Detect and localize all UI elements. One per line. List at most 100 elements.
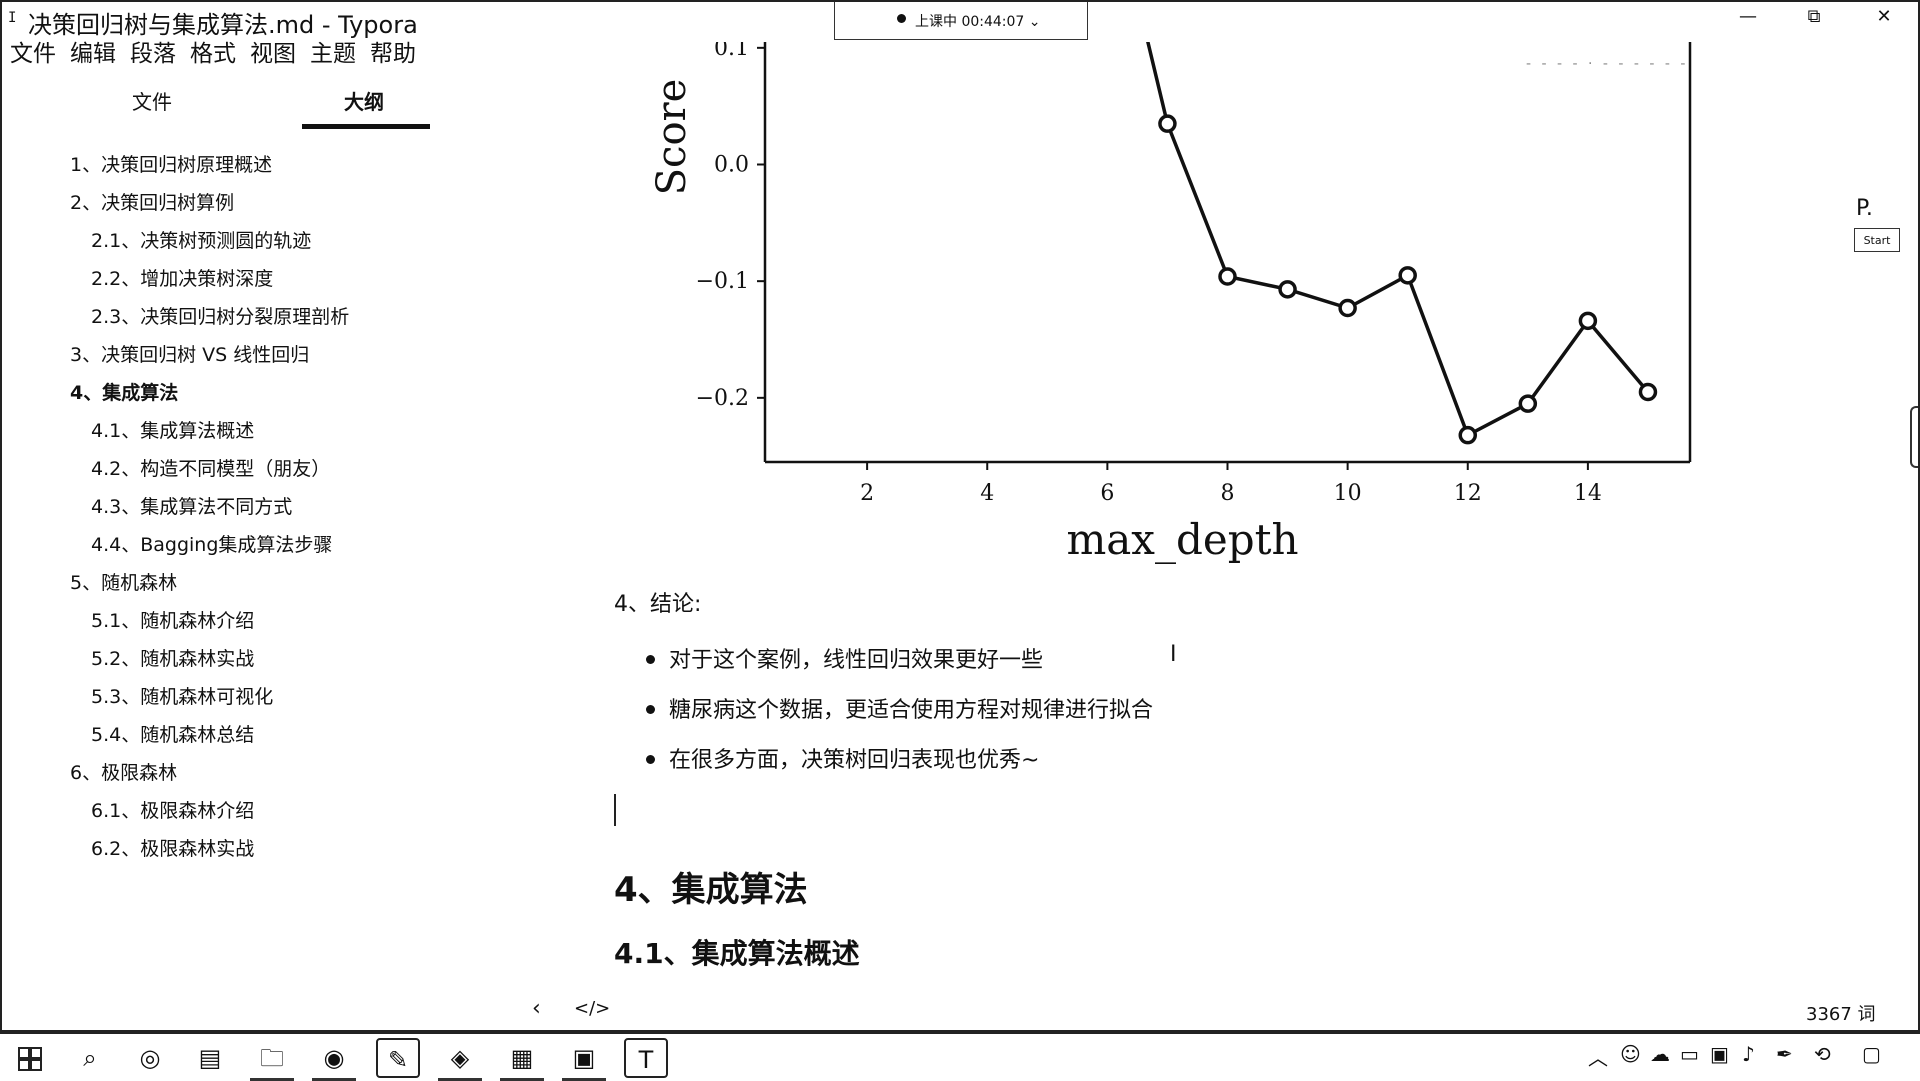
outline-item[interactable]: 6、极限森林: [70, 758, 177, 785]
maximize-button[interactable]: ⧉: [1794, 6, 1834, 27]
text-cursor: [614, 794, 616, 826]
outline-item[interactable]: 5.1、随机森林介绍: [91, 606, 254, 633]
outline-item[interactable]: 6.1、极限森林介绍: [91, 796, 254, 823]
qq-icon[interactable]: ☺: [1620, 1042, 1641, 1066]
outline-item[interactable]: 5.2、随机森林实战: [91, 644, 254, 671]
data-point: [1638, 382, 1658, 402]
menu-theme[interactable]: 主题: [310, 34, 356, 67]
x-tick-label: 14: [1574, 481, 1602, 506]
pen-icon[interactable]: ✒: [1776, 1042, 1793, 1066]
x-tick-label: 2: [860, 481, 874, 506]
taskbar: ⌕ ◎ ▤ 🗀 ◉ ✎ ◈ ▦ ▣ T ︿ ☺ ☁ ▭ ▣ ♪ ✒ ⟲ ▢: [0, 1032, 1920, 1081]
outline-item[interactable]: 4.4、Bagging集成算法步骤: [91, 530, 332, 557]
windows-start-icon[interactable]: [8, 1038, 52, 1078]
bullet-icon: [646, 754, 655, 764]
data-point: [1518, 394, 1538, 413]
outline-item[interactable]: 2.2、增加决策树深度: [91, 264, 273, 291]
tab-files[interactable]: 文件: [132, 86, 172, 115]
volume-icon[interactable]: ♪: [1742, 1042, 1755, 1066]
side-widget-label: P.: [1856, 196, 1873, 221]
typora-icon[interactable]: T: [624, 1038, 668, 1078]
search-icon[interactable]: ⌕: [68, 1038, 112, 1078]
outline-item[interactable]: 2.1、决策树预测圆的轨迹: [91, 226, 311, 253]
bullet-icon: [646, 704, 655, 714]
data-point: [1398, 266, 1417, 285]
x-tick-label: 4: [980, 481, 994, 506]
outline-item[interactable]: 5.3、随机森林可视化: [91, 682, 273, 709]
data-point: [1458, 425, 1478, 445]
chevron-up-icon[interactable]: ︿: [1588, 1042, 1608, 1071]
close-button[interactable]: ✕: [1864, 6, 1904, 27]
data-point: [1578, 311, 1598, 331]
menu-edit[interactable]: 编辑: [70, 34, 116, 67]
source-mode-button[interactable]: </>: [574, 998, 610, 1019]
outline-item[interactable]: 4.1、集成算法概述: [91, 416, 254, 443]
menu-view[interactable]: 视图: [250, 34, 296, 67]
menu-help[interactable]: 帮助: [370, 34, 416, 67]
media-icon[interactable]: ▣: [562, 1038, 606, 1081]
list-item: 糖尿病这个数据，更适合使用方程对规律进行拟合: [646, 692, 1153, 724]
task-view-icon[interactable]: ▤: [188, 1038, 232, 1078]
active-tab-indicator: [302, 124, 430, 129]
list-item-text: 在很多方面，决策树回归表现也优秀~: [669, 748, 1040, 773]
recording-status-text: 上课中 00:44:07 ⌄: [915, 14, 1041, 30]
outline-item[interactable]: 2.3、决策回归树分裂原理剖析: [91, 302, 349, 329]
input-method-icon[interactable]: ⟲: [1814, 1042, 1831, 1066]
x-tick-label: 10: [1334, 481, 1362, 506]
toggle-sidebar-button[interactable]: ‹: [532, 996, 541, 1021]
bullet-icon: [646, 654, 655, 664]
y-tick-label: −0.1: [696, 269, 749, 294]
data-point: [1218, 267, 1237, 286]
pen-tool-icon[interactable]: ✎: [376, 1038, 420, 1078]
faint-overlay-text: - - - - · - - - - - -: [1526, 56, 1689, 72]
data-point: [1158, 114, 1177, 133]
sketch-icon[interactable]: ◈: [438, 1038, 482, 1081]
record-icon: [897, 14, 906, 23]
conclusion-heading: 4、结论:: [614, 592, 702, 617]
cortana-icon[interactable]: ◎: [128, 1038, 172, 1078]
x-tick-label: 6: [1100, 481, 1114, 506]
outline-item[interactable]: 1、决策回归树原理概述: [70, 150, 272, 177]
outline-item[interactable]: 4.2、构造不同模型（朋友）: [91, 454, 330, 481]
x-tick-label: 12: [1454, 481, 1482, 506]
menu-bar: 文件 编辑 段落 格式 视图 主题 帮助: [10, 34, 416, 67]
outline-item[interactable]: 4、集成算法: [70, 378, 178, 405]
cloud-icon[interactable]: ☁: [1650, 1042, 1670, 1066]
side-panel-handle[interactable]: [1910, 406, 1918, 468]
start-button[interactable]: Start: [1854, 228, 1900, 252]
recording-status-box[interactable]: 上课中 00:44:07 ⌄: [834, 2, 1088, 40]
typora-window: I 决策回归树与集成算法.md - Typora — ⧉ ✕ 上课中 00:44…: [0, 0, 1920, 1032]
y-tick-label: 0.0: [714, 153, 749, 178]
menu-format[interactable]: 格式: [190, 34, 236, 67]
outline-item[interactable]: 4.3、集成算法不同方式: [91, 492, 292, 519]
minimize-button[interactable]: —: [1728, 6, 1768, 27]
data-point: [1338, 298, 1357, 318]
chrome-icon[interactable]: ◉: [312, 1038, 356, 1081]
list-item-text: 糖尿病这个数据，更适合使用方程对规律进行拟合: [669, 698, 1154, 723]
outline-item[interactable]: 6.2、极限森林实战: [91, 834, 254, 861]
x-tick-label: 8: [1221, 481, 1235, 506]
list-item: 对于这个案例，线性回归效果更好一些: [646, 642, 1043, 674]
outline-item[interactable]: 5.4、随机森林总结: [91, 720, 254, 747]
file-explorer-icon[interactable]: 🗀: [250, 1038, 294, 1081]
menu-paragraph[interactable]: 段落: [130, 34, 176, 67]
data-point: [1278, 280, 1297, 299]
typora-app-icon: I: [8, 10, 17, 26]
score-line-chart: 0.1 0.0 −0.1 −0.2 2 4 6 8 10 12 14 max_depth Score: [649, 42, 1692, 564]
outline-item[interactable]: 3、决策回归树 VS 线性回归: [70, 340, 309, 367]
heading-ensemble-overview: 4.1、集成算法概述: [614, 937, 860, 970]
tab-outline[interactable]: 大纲: [344, 86, 384, 115]
notification-icon[interactable]: ▢: [1862, 1042, 1881, 1066]
series-line: [1146, 42, 1650, 438]
y-tick-label: −0.2: [696, 386, 749, 411]
sidebar-tabs: 文件 大纲: [102, 86, 442, 131]
word-count[interactable]: 3367 词: [1806, 1000, 1876, 1026]
outline-item[interactable]: 2、决策回归树算例: [70, 188, 234, 215]
outline-item[interactable]: 5、随机森林: [70, 568, 177, 595]
x-axis-label: max_depth: [1066, 515, 1298, 564]
monitor-icon[interactable]: ▣: [1710, 1042, 1729, 1066]
presentation-icon[interactable]: ▦: [500, 1038, 544, 1081]
list-item: 在很多方面，决策树回归表现也优秀~: [646, 742, 1039, 774]
display-icon[interactable]: ▭: [1680, 1042, 1699, 1066]
menu-file[interactable]: 文件: [10, 34, 56, 67]
